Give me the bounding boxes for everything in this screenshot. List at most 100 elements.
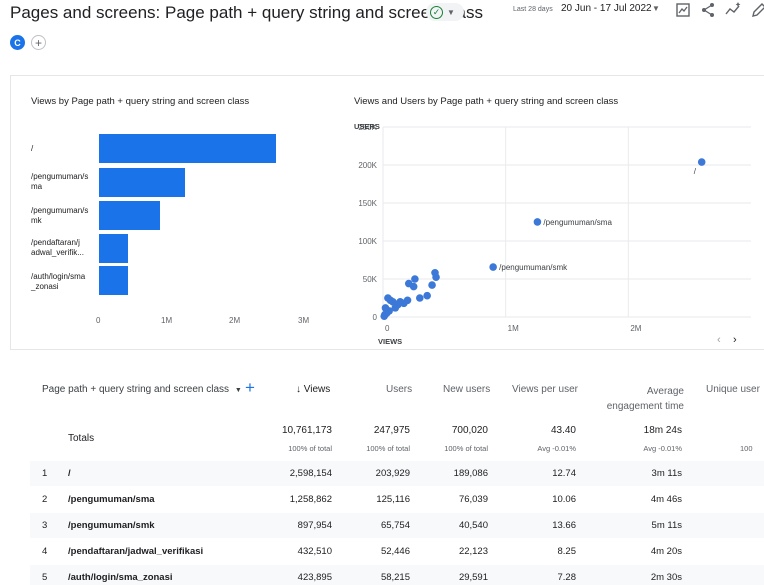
scatter-point[interactable] (384, 294, 392, 302)
comparison-chip[interactable]: C (10, 35, 25, 50)
add-comparison-button[interactable]: + (31, 35, 46, 50)
y-tick: 200K (358, 161, 377, 170)
y-tick: 100K (358, 237, 377, 246)
row-engagement-time: 5m 11s (651, 520, 682, 531)
totals-engagement-time: 18m 24s (643, 425, 682, 436)
row-new-users: 22,123 (458, 546, 488, 557)
col-unique-user[interactable]: Unique user (706, 384, 764, 395)
row-new-users: 189,086 (453, 468, 488, 479)
bar[interactable] (99, 168, 185, 197)
col-views-label: Views (303, 384, 331, 395)
bar[interactable] (99, 266, 128, 295)
scatter-point[interactable] (428, 281, 436, 289)
row-views: 2,598,154 (289, 468, 332, 479)
row-rank: 4 (42, 546, 48, 557)
chevron-down-icon: ▼ (447, 7, 455, 17)
row-users: 65,754 (380, 520, 410, 531)
row-views: 897,954 (297, 520, 332, 531)
scatter-point[interactable] (381, 304, 390, 312)
x-tick: 0 (96, 316, 101, 325)
row-page-path[interactable]: /pengumuman/smk (68, 520, 155, 531)
date-range-label: Last 28 days (513, 6, 553, 13)
table-row[interactable]: 5/auth/login/sma_zonasi 423,895 58,215 29,5… (30, 565, 764, 585)
row-page-path[interactable]: /auth/login/sma_zonasi (68, 572, 173, 583)
row-new-users: 76,039 (458, 494, 488, 505)
row-users: 52,446 (380, 546, 410, 557)
point-label: /pengumuman/sma (543, 218, 612, 227)
y-tick: 0 (373, 313, 378, 322)
date-range-picker[interactable]: 20 Jun - 17 Jul 2022 (561, 3, 652, 14)
bar-label: /pengumuman/s ma (31, 172, 89, 191)
col-average-engagement-time[interactable]: Average engagement time (606, 384, 684, 414)
row-views-per-user: 12.74 (552, 468, 576, 479)
chevron-left-icon[interactable]: ‹ (717, 334, 721, 346)
data-table: Page path + query string and screen clas… (0, 365, 764, 585)
dimension-header[interactable]: Page path + query string and screen clas… (42, 384, 242, 395)
totals-engagement-time-sub: Avg -0.01% (643, 444, 682, 453)
scatter-point[interactable] (431, 268, 439, 277)
row-users: 58,215 (380, 572, 410, 583)
bar[interactable] (99, 134, 276, 163)
chevron-right-icon[interactable]: › (733, 334, 737, 346)
row-rank: 1 (42, 468, 48, 479)
page-title: Pages and screens: Page path + query str… (10, 3, 483, 22)
table-row[interactable]: 4/pendaftaran/jadwal_verifikasi 432,510 52… (30, 539, 764, 564)
row-new-users: 29,591 (458, 572, 488, 583)
totals-label: Totals (68, 433, 95, 444)
scatter-point[interactable] (423, 291, 431, 300)
col-users[interactable]: Users (386, 384, 412, 395)
row-views-per-user: 10.06 (552, 494, 576, 505)
sort-arrow-icon: ↓ (296, 384, 301, 395)
bar-label: / (31, 144, 34, 153)
row-page-path[interactable]: /pendaftaran/jadwal_verifikasi (68, 546, 203, 557)
row-page-path[interactable]: / (68, 468, 71, 479)
charts-card: Views by Page path + query string and sc… (10, 75, 764, 350)
scatter-point[interactable] (416, 294, 424, 302)
point-label: /pengumuman/smk (499, 263, 568, 272)
share-icon[interactable] (699, 1, 717, 19)
scatter-point[interactable] (380, 312, 389, 321)
row-views-per-user: 7.28 (557, 572, 577, 583)
date-range-caret-icon[interactable]: ▼ (652, 4, 660, 13)
row-page-path[interactable]: /pengumuman/sma (68, 494, 155, 505)
report-status-dropdown[interactable]: ✓ ▼ (426, 3, 464, 21)
bar-label: /pengumuman/s mk (31, 206, 89, 225)
dimension-header-label: Page path + query string and screen clas… (42, 384, 230, 395)
scatter-point[interactable] (489, 263, 497, 271)
customize-report-icon[interactable] (674, 1, 692, 19)
row-users: 203,929 (375, 468, 410, 479)
y-tick: 50K (363, 275, 378, 284)
scatter-point[interactable] (697, 158, 706, 166)
col-new-users[interactable]: New users (443, 384, 490, 395)
bar[interactable] (99, 201, 160, 230)
add-dimension-icon[interactable]: + (245, 379, 255, 396)
y-tick: 150K (358, 199, 377, 208)
x-tick: 2M (229, 316, 241, 325)
row-views-per-user: 13.66 (552, 520, 576, 531)
totals-views-per-user: 43.40 (550, 425, 576, 436)
bar-label: /auth/login/sma _zonasi (31, 272, 86, 291)
scatter-point[interactable] (411, 275, 419, 283)
edit-icon[interactable] (750, 1, 764, 19)
row-rank: 2 (42, 494, 48, 505)
table-row[interactable]: 1 / 2,598,154 203,929 189,086 12.74 3m 11s (30, 461, 764, 486)
bar[interactable] (99, 234, 128, 263)
x-axis-label: VIEWS (378, 337, 403, 346)
totals-unique-user-sub: 100 (740, 444, 753, 453)
totals-new-users: 700,020 (451, 425, 488, 436)
table-row[interactable]: 3/pengumuman/smk 897,954 65,754 40,540 13.66… (30, 513, 764, 538)
scatter-point[interactable] (533, 218, 542, 226)
col-views[interactable]: ↓ Views (296, 384, 330, 395)
x-tick: 3M (298, 316, 310, 325)
insights-icon[interactable] (724, 1, 742, 19)
report-header: Pages and screens: Page path + query str… (0, 0, 764, 62)
scatter-point[interactable] (404, 279, 413, 288)
y-axis-label: USERS (354, 122, 380, 131)
row-engagement-time: 4m 20s (650, 546, 682, 557)
scatter-chart-title: Views and Users by Page path + query str… (354, 96, 619, 107)
table-row[interactable]: 2/pengumuman/sma 1,258,862 125,116 76,039 10… (30, 487, 764, 512)
col-views-per-user[interactable]: Views per user (512, 384, 578, 395)
row-rank: 3 (42, 520, 48, 531)
totals-views-per-user-sub: Avg -0.01% (537, 444, 576, 453)
totals-users: 247,975 (373, 425, 410, 436)
